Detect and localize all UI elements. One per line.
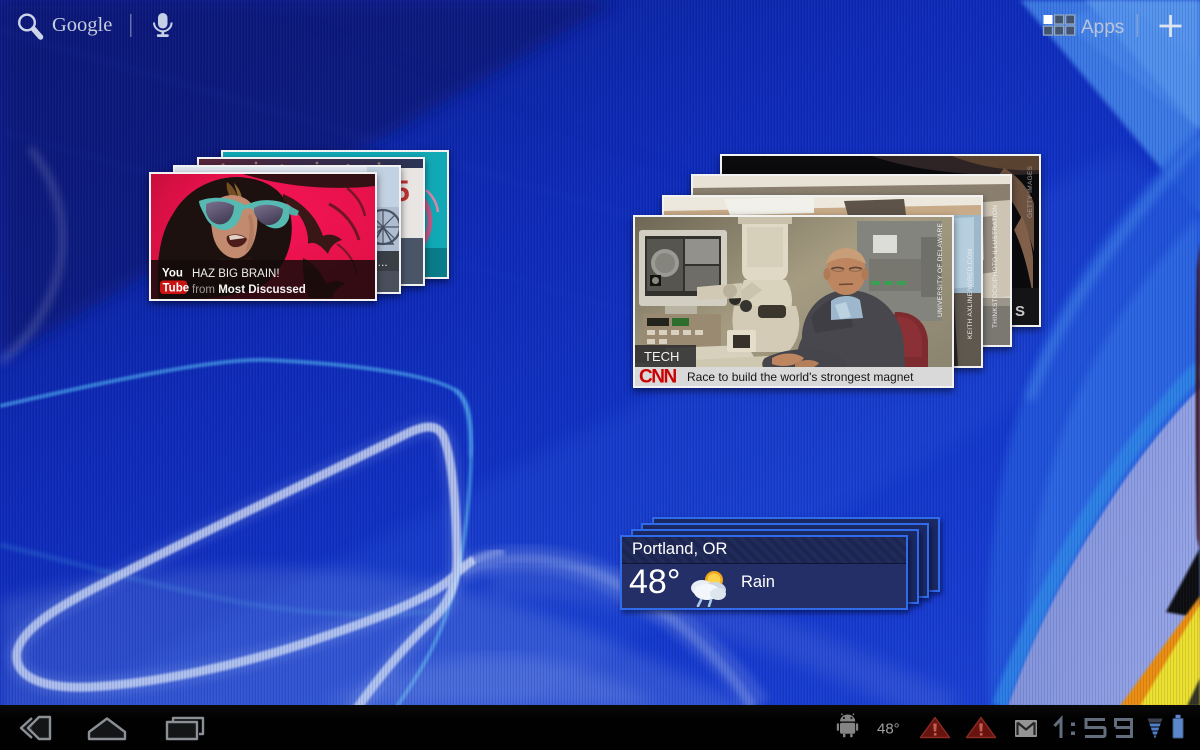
svg-text:KEITH AXLINE/WIRED.COM: KEITH AXLINE/WIRED.COM: [967, 248, 974, 339]
svg-text:S: S: [1015, 303, 1025, 320]
svg-text:from Most Discussed: from Most Discussed: [192, 284, 306, 296]
svg-text:TECH: TECH: [644, 349, 679, 364]
svg-text:48°: 48°: [877, 721, 900, 738]
svg-text:Race to build the world's stro: Race to build the world's strongest magn…: [687, 370, 914, 384]
svg-text:THINKSTOCK/PHOTO ILLUSTRATION: THINKSTOCK/PHOTO ILLUSTRATION: [992, 205, 999, 328]
svg-text:You: You: [162, 268, 183, 280]
svg-text:GETTY IMAGES: GETTY IMAGES: [1027, 165, 1034, 218]
svg-text:UNIVERSITY OF DELAWARE: UNIVERSITY OF DELAWARE: [937, 223, 944, 317]
svg-text:Apps: Apps: [1081, 17, 1124, 38]
svg-text:Tube: Tube: [163, 283, 190, 295]
svg-text:HAZ BIG BRAIN!: HAZ BIG BRAIN!: [192, 268, 280, 280]
svg-text:CNN: CNN: [639, 367, 676, 387]
svg-text:Google: Google: [52, 14, 112, 36]
